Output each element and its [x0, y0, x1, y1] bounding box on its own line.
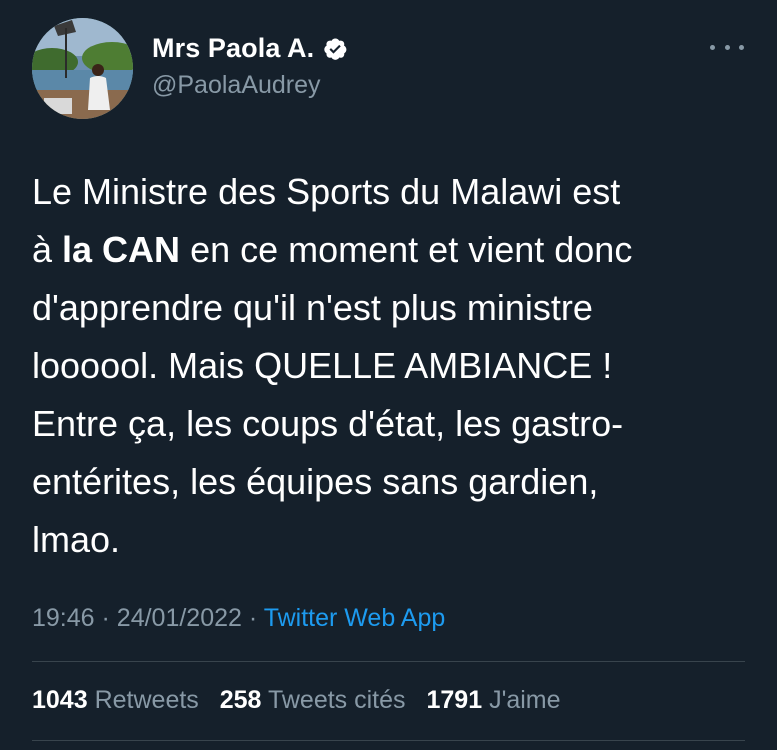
display-name[interactable]: Mrs Paola A. — [152, 33, 314, 64]
likes-stat[interactable]: 1791 J'aime — [426, 686, 560, 714]
tweet-text: Le Ministre des Sports du Malawi est à l… — [32, 163, 752, 569]
tweet-source-link[interactable]: Twitter Web App — [264, 604, 446, 632]
meta-separator: · — [248, 604, 258, 632]
verified-badge-icon — [322, 36, 348, 62]
likes-count: 1791 — [426, 686, 483, 714]
avatar[interactable] — [32, 18, 133, 119]
quotes-stat[interactable]: 258 Tweets cités — [220, 686, 406, 714]
retweets-count: 1043 — [32, 686, 88, 714]
quotes-count: 258 — [219, 686, 262, 714]
tweet-text-part: en ce moment et vient donc d'apprendre q… — [32, 229, 633, 560]
divider — [32, 740, 745, 741]
tweet-meta: 19:46 · 24/01/2022 · Twitter Web App — [32, 604, 445, 633]
retweets-stat[interactable]: 1043 Retweets — [32, 686, 199, 714]
tweet-stats: 1043 Retweets 258 Tweets cités 1791 J'ai… — [32, 686, 575, 715]
divider — [32, 661, 745, 662]
more-options-icon[interactable] — [710, 38, 744, 56]
quotes-label: Tweets cités — [267, 686, 406, 714]
tweet-time[interactable]: 19:46 — [32, 604, 95, 632]
profile-photo — [32, 18, 133, 119]
tweet-date[interactable]: 24/01/2022 — [117, 604, 242, 632]
tweet-text-bold: la CAN — [62, 229, 181, 270]
user-handle[interactable]: @PaolaAudrey — [152, 71, 321, 100]
retweets-label: Retweets — [94, 686, 199, 714]
meta-separator: · — [101, 604, 110, 632]
likes-label: J'aime — [489, 686, 561, 714]
